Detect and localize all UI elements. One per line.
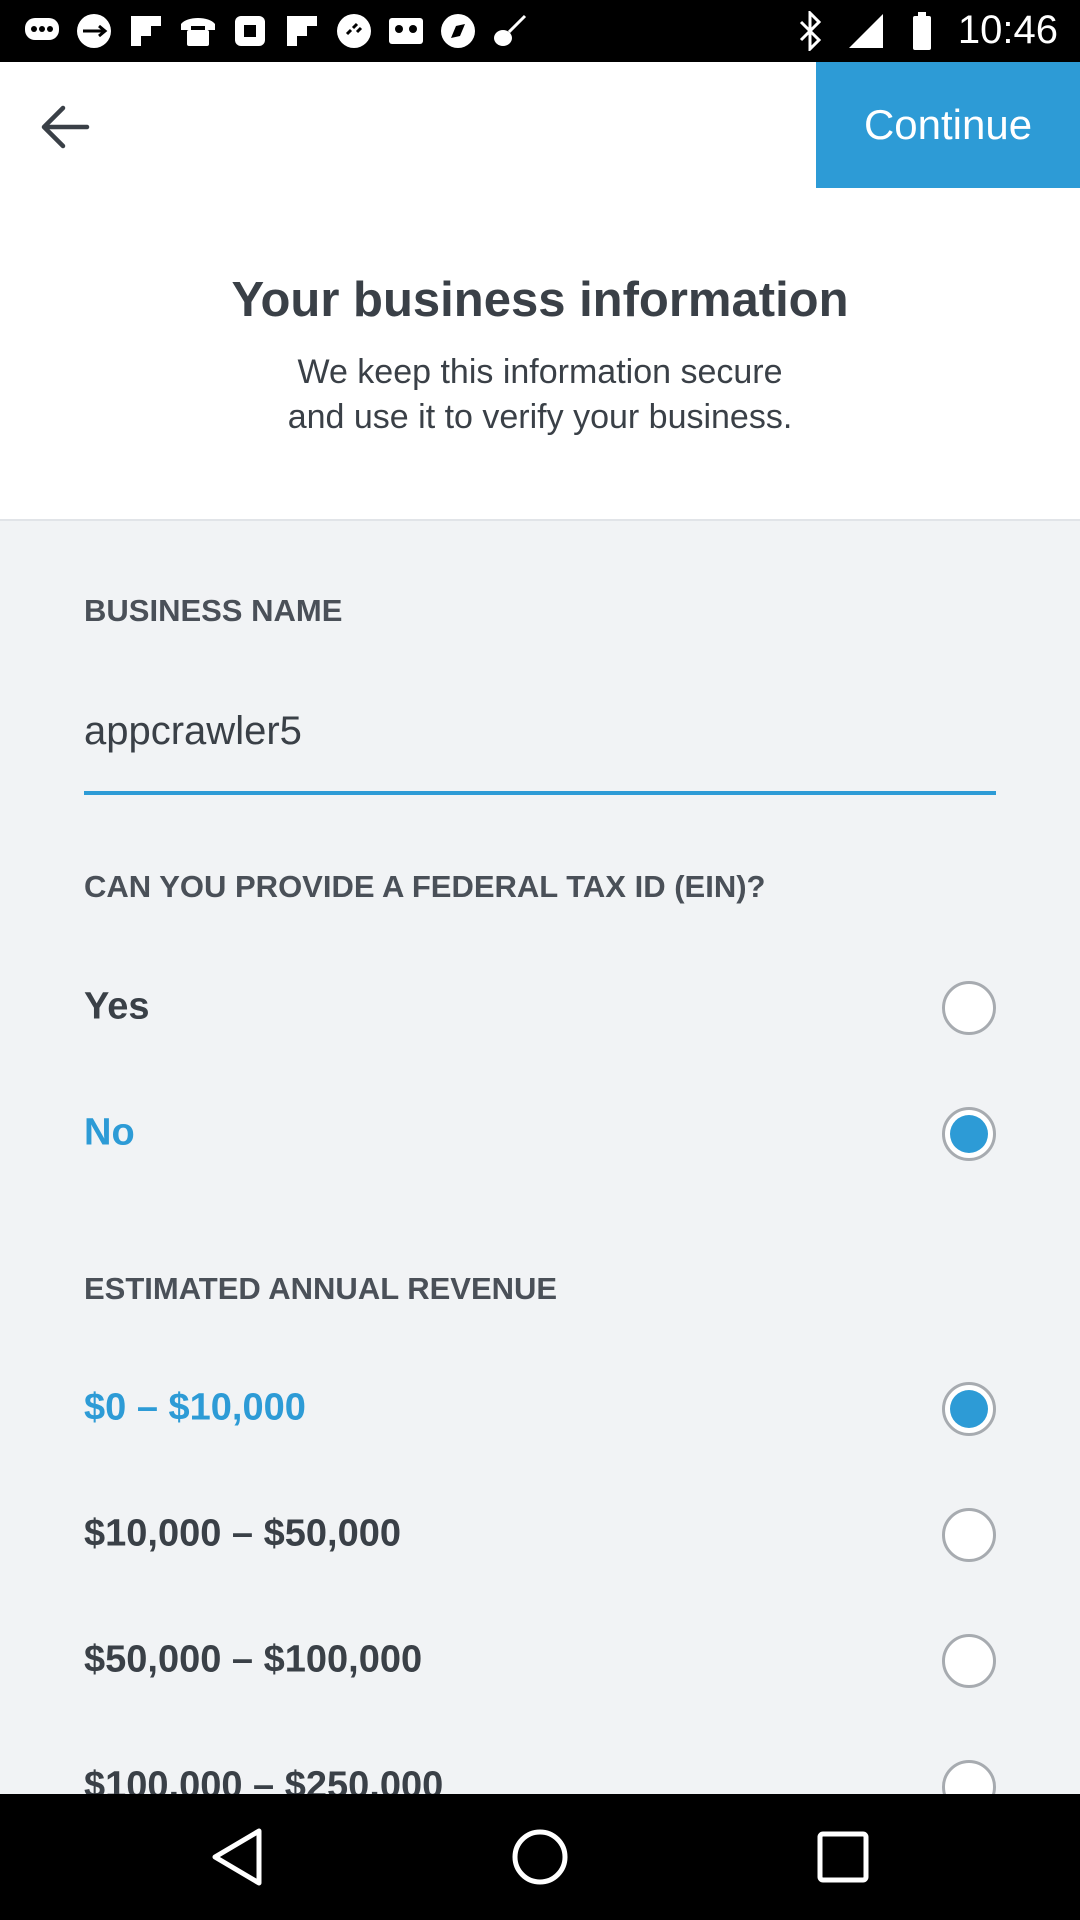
option-label: Yes xyxy=(84,985,150,1028)
revenue-label: ESTIMATED ANNUAL REVENUE xyxy=(84,1271,558,1306)
nav-recents-button[interactable] xyxy=(804,1818,882,1896)
stop-icon xyxy=(230,11,270,51)
bluetooth-icon xyxy=(790,10,830,51)
flipboard-icon xyxy=(282,11,322,51)
phone-icon xyxy=(178,11,218,51)
radio-button[interactable] xyxy=(942,981,996,1035)
cassette-icon xyxy=(386,11,426,51)
back-button[interactable] xyxy=(28,90,102,164)
screen: 10:46 Continue Your business information… xyxy=(0,0,1080,1920)
nav-back-button[interactable] xyxy=(198,1818,276,1896)
business-name-input[interactable]: appcrawler5 xyxy=(84,709,302,754)
page-subtitle: We keep this information secure and use … xyxy=(240,350,840,440)
usb-icon xyxy=(74,11,114,51)
notification-icons xyxy=(22,11,530,51)
option-label: $0 – $10,000 xyxy=(84,1386,306,1429)
radio-button[interactable] xyxy=(942,1508,996,1562)
tax-id-option-yes[interactable]: Yes xyxy=(84,967,996,1047)
system-tray: 10:46 xyxy=(790,8,1058,53)
revenue-option-2[interactable]: $50,000 – $100,000 xyxy=(84,1620,996,1700)
input-underline xyxy=(84,791,996,795)
clock: 10:46 xyxy=(957,8,1058,52)
radio-button-checked[interactable] xyxy=(942,1107,996,1161)
status-bar: 10:46 xyxy=(0,0,1080,62)
compass-icon xyxy=(438,11,478,51)
radio-button[interactable] xyxy=(942,1634,996,1688)
option-label: $10,000 – $50,000 xyxy=(84,1512,401,1555)
revenue-option-1[interactable]: $10,000 – $50,000 xyxy=(84,1494,996,1574)
battery-icon xyxy=(902,11,942,51)
top-bar: Continue xyxy=(0,62,1080,188)
link-icon xyxy=(334,11,374,51)
option-label: $50,000 – $100,000 xyxy=(84,1638,423,1681)
message-icon xyxy=(22,11,62,51)
flipboard-icon xyxy=(126,11,166,51)
navigation-bar xyxy=(0,1794,1080,1920)
tax-id-option-no[interactable]: No xyxy=(84,1093,996,1173)
page-title: Your business information xyxy=(231,273,849,327)
radio-button-checked[interactable] xyxy=(942,1382,996,1436)
guitar-icon xyxy=(490,11,530,51)
business-form: BUSINESS NAME appcrawler5 CAN YOU PROVID… xyxy=(0,521,1080,1814)
square-recents-icon xyxy=(817,1831,869,1883)
circle-home-icon xyxy=(512,1829,568,1885)
tax-id-label: CAN YOU PROVIDE A FEDERAL TAX ID (EIN)? xyxy=(84,869,766,904)
nav-home-button[interactable] xyxy=(501,1818,579,1896)
page-header: Your business information We keep this i… xyxy=(0,188,1080,521)
subtitle-line-1: We keep this information secure xyxy=(297,353,783,391)
triangle-back-icon xyxy=(212,1828,262,1886)
option-label: No xyxy=(84,1111,135,1154)
signal-icon xyxy=(846,11,886,51)
business-name-label: BUSINESS NAME xyxy=(84,593,343,628)
continue-button[interactable]: Continue xyxy=(816,62,1080,188)
revenue-option-0[interactable]: $0 – $10,000 xyxy=(84,1368,996,1448)
subtitle-line-2: and use it to verify your business. xyxy=(287,398,793,436)
arrow-left-icon xyxy=(41,105,90,149)
